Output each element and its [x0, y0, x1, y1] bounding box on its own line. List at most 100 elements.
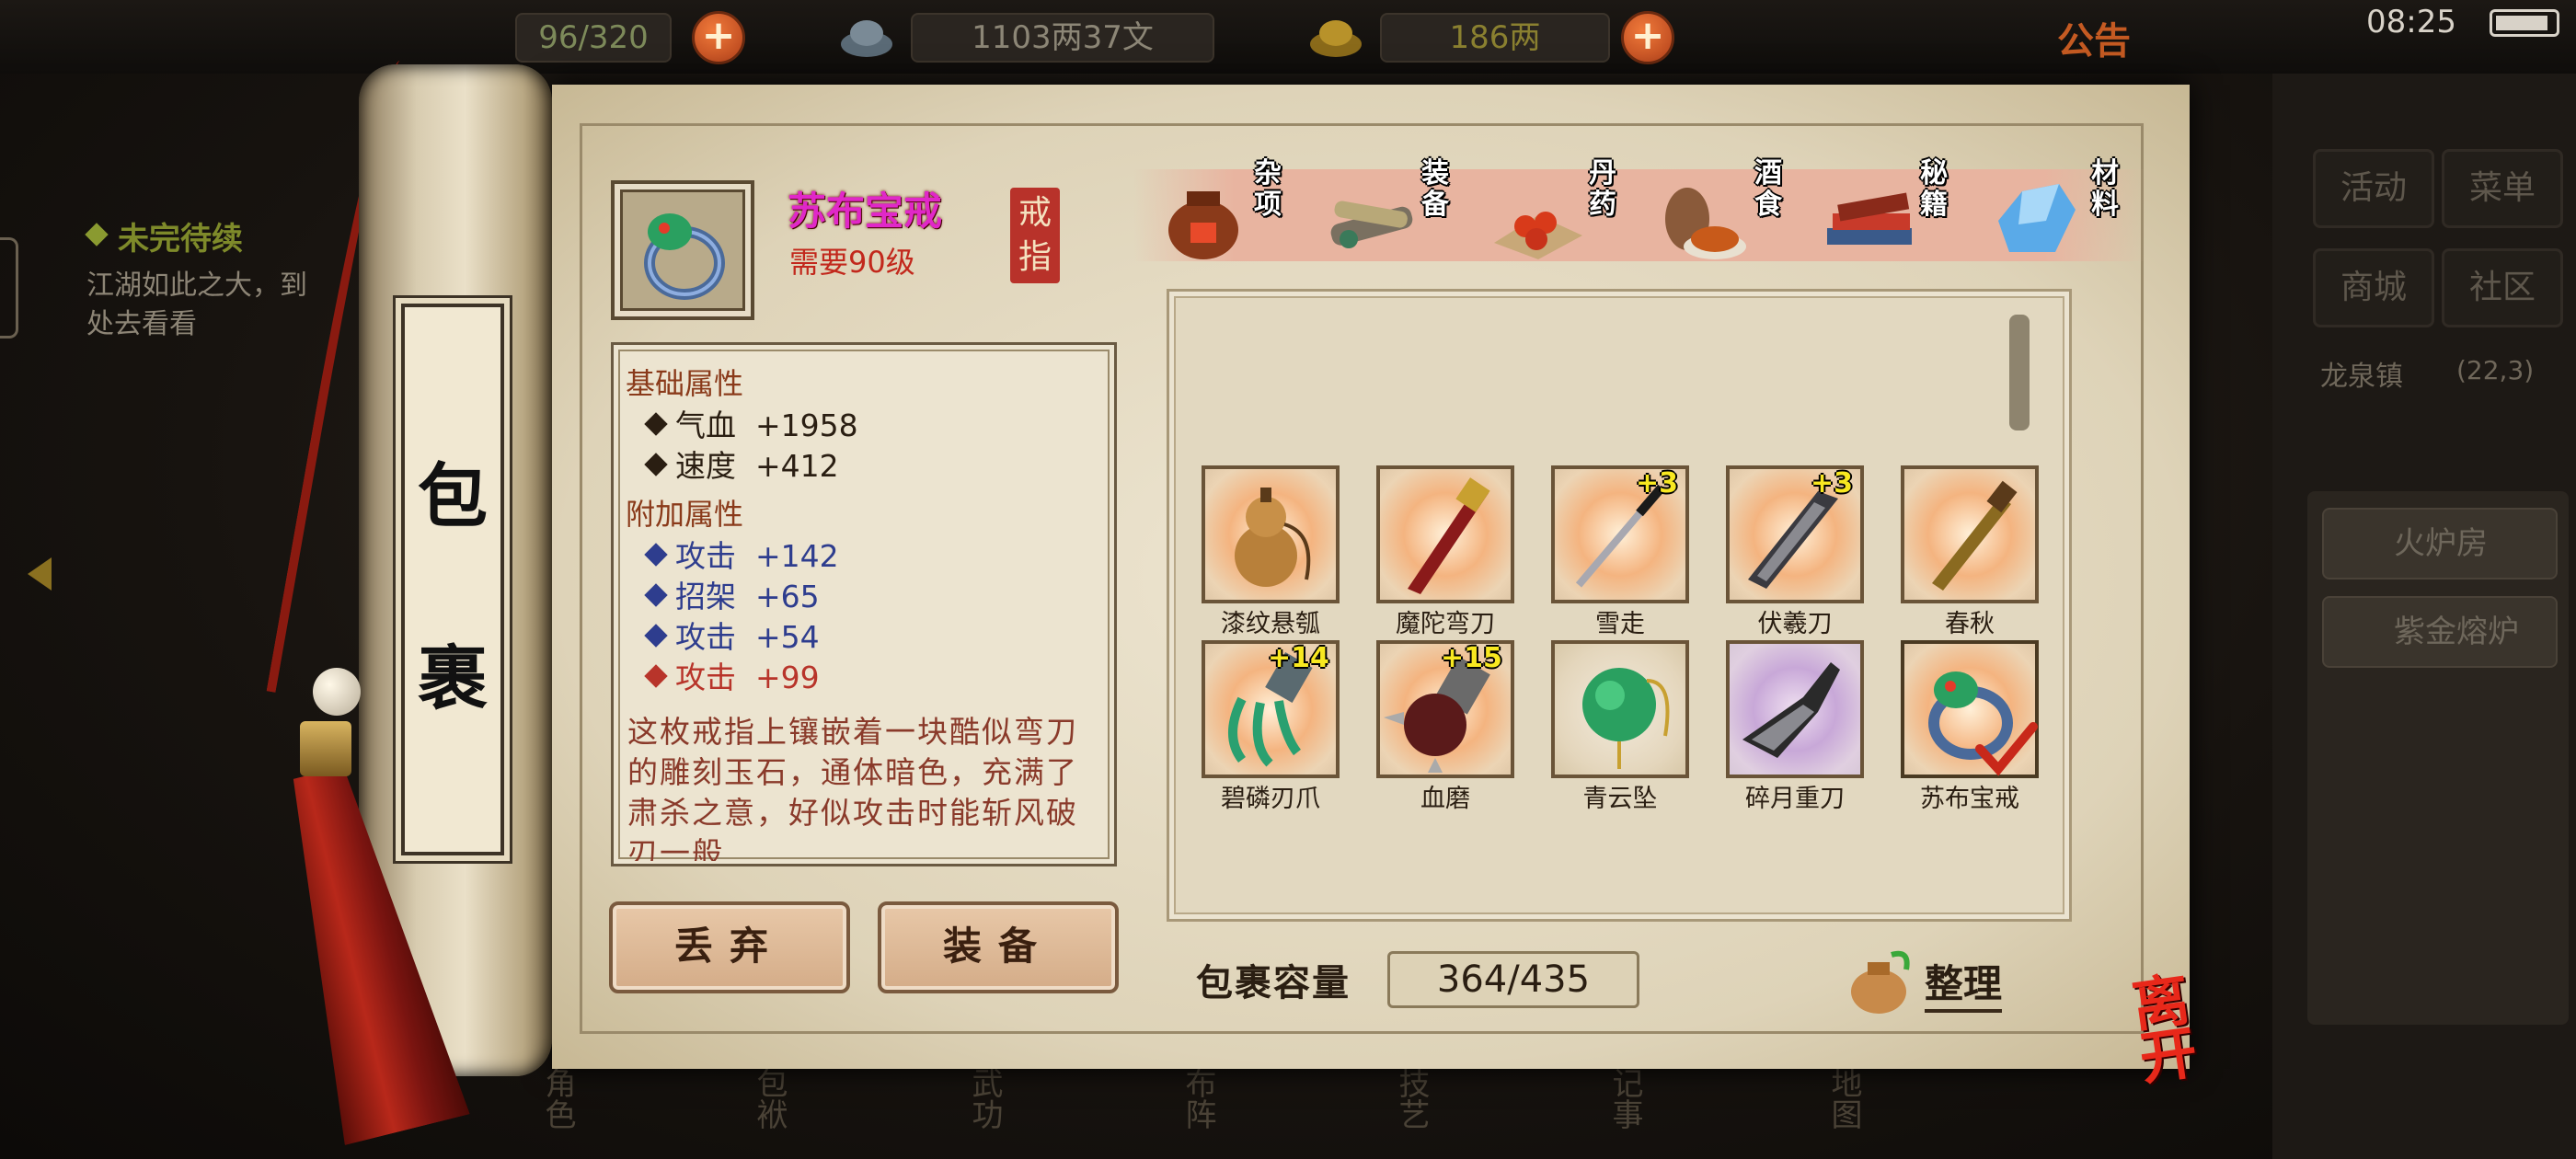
inventory-slot[interactable] [1551, 640, 1689, 778]
discard-button[interactable]: 丢弃 [609, 901, 850, 993]
tab-manuals[interactable]: 秘籍 [1820, 158, 1976, 272]
food-icon [1665, 188, 1746, 259]
inventory-item-name: 雪走 [1595, 610, 1645, 638]
quest-description: 江湖如此之大，到处去看看 [86, 270, 307, 340]
extra-attributes-header: 附加属性 [626, 497, 744, 532]
tidy-button[interactable]: 整理 [1925, 953, 2003, 1013]
tab-misc[interactable]: 杂项 [1154, 158, 1310, 272]
gold-ingot-icon [1310, 20, 1362, 57]
attr-value: +65 [754, 579, 820, 614]
nav-character[interactable]: 角色 [535, 1067, 581, 1130]
extra-attribute-row: 攻击 +142 [644, 532, 839, 576]
nav-journal[interactable]: 记事 [1603, 1067, 1648, 1130]
wine-jar-icon [1168, 191, 1238, 259]
diamond-bullet-icon [644, 664, 668, 688]
location-coords: (22,3) [2456, 355, 2535, 385]
left-edge-tab[interactable] [0, 237, 18, 339]
diamond-bullet-icon [644, 624, 668, 648]
furnace-room-button[interactable]: 火炉房 [2322, 508, 2558, 580]
scroll-bundle-icon [1330, 201, 1413, 248]
sword-icon [1932, 480, 2018, 591]
tab-misc-label: 杂项 [1254, 157, 1282, 221]
inventory-item-name: 碎月重刀 [1745, 785, 1845, 813]
gold-currency: 186两 [1380, 13, 1610, 63]
menu-button[interactable]: 菜单 [2442, 149, 2563, 228]
scroll-title-char-2: 裹 [418, 637, 488, 719]
diamond-bullet-icon [644, 543, 668, 567]
tab-equipment[interactable]: 装备 [1321, 158, 1478, 272]
inventory-item-name: 魔陀弯刀 [1396, 610, 1495, 638]
tab-materials-label: 材料 [2091, 157, 2119, 221]
selected-item-frame [611, 180, 754, 320]
attr-name: 招架 [675, 579, 736, 614]
inventory-slot[interactable] [1376, 465, 1514, 603]
attr-name: 攻击 [675, 538, 736, 574]
quest-title[interactable]: 未完待续 [86, 213, 243, 258]
tassel-bead [313, 668, 361, 716]
enhance-level-badge: +15 [1441, 642, 1502, 674]
shop-button[interactable]: 商城 [2313, 248, 2434, 327]
selected-item-level-requirement: 需要90级 [789, 245, 915, 280]
tassel-cap [300, 721, 351, 776]
inventory-slot[interactable] [1726, 640, 1864, 778]
inventory-item-name: 伏羲刀 [1757, 610, 1833, 638]
extra-attribute-row: 攻击 +54 [644, 613, 820, 657]
attr-value: +142 [754, 538, 839, 574]
activity-button[interactable]: 活动 [2313, 149, 2434, 228]
add-capacity-button[interactable]: + [692, 11, 745, 64]
tab-equipment-label: 装备 [1421, 157, 1449, 221]
tab-pills-label: 丹药 [1589, 157, 1616, 221]
leave-button[interactable]: 离开 [2128, 966, 2245, 1093]
tab-manuals-label: 秘籍 [1920, 157, 1948, 221]
purple-gold-furnace-button[interactable]: 紫金熔炉 [2322, 596, 2558, 668]
scroll-title-char-1: 包 [418, 455, 488, 537]
notice-button[interactable]: 公告 [2057, 11, 2131, 64]
inventory-slot-selected[interactable] [1901, 640, 2039, 778]
nav-bag[interactable]: 包袱 [747, 1067, 792, 1130]
item-type-char-1: 戒 [1018, 194, 1052, 232]
jade-pendant-icon [1582, 668, 1670, 769]
location-name: 龙泉镇 [2320, 361, 2403, 393]
pills-icon [1494, 212, 1582, 259]
base-attributes-header: 基础属性 [626, 366, 744, 401]
bag-capacity-stat: 96/320 [515, 13, 672, 63]
tab-food[interactable]: 酒食 [1654, 158, 1811, 272]
base-attribute-row: 速度 +412 [644, 442, 839, 486]
extra-attribute-row: 攻击 +99 [644, 653, 820, 697]
inventory-item-name: 血磨 [1420, 785, 1470, 813]
bag-capacity-label: 包裹容量 [1196, 962, 1351, 1004]
gourd-icon [1235, 488, 1311, 587]
ring-icon [644, 213, 725, 300]
crystal-icon [1998, 184, 2076, 252]
nav-martial-arts[interactable]: 武功 [962, 1067, 1007, 1130]
attr-name: 攻击 [675, 619, 736, 655]
checkmark-icon [1975, 722, 2038, 776]
saber-icon [1408, 477, 1490, 594]
scroll-title-plaque [401, 304, 504, 855]
inventory-item-name: 碧磷刃爪 [1221, 785, 1320, 813]
add-gold-button[interactable]: + [1621, 11, 1674, 64]
selected-item-type-stamp: 戒指 [1010, 188, 1060, 283]
money-bag-icon [1851, 950, 1910, 1014]
nav-formation[interactable]: 布阵 [1176, 1067, 1221, 1130]
attr-value: +1958 [754, 407, 858, 443]
tab-food-label: 酒食 [1754, 157, 1782, 221]
inventory-slot[interactable] [1202, 465, 1340, 603]
tab-materials[interactable]: 材料 [1991, 158, 2147, 272]
community-button[interactable]: 社区 [2442, 248, 2563, 327]
enhance-level-badge: +3 [1811, 467, 1854, 499]
attr-value: +54 [754, 619, 820, 655]
battery-icon [2490, 9, 2559, 37]
silver-coin-icon [841, 20, 892, 57]
extra-attribute-row: 招架 +65 [644, 572, 820, 616]
equip-button[interactable]: 装备 [878, 901, 1119, 993]
inventory-slot[interactable] [1901, 465, 2039, 603]
tab-pills[interactable]: 丹药 [1489, 158, 1645, 272]
clock: 08:25 [2366, 4, 2456, 40]
collapse-arrow-icon[interactable] [28, 557, 52, 591]
inventory-scrollbar[interactable] [2009, 315, 2030, 430]
attr-value: +99 [754, 660, 820, 695]
nav-skills[interactable]: 技艺 [1389, 1067, 1434, 1130]
nav-map[interactable]: 地图 [1822, 1067, 1867, 1130]
item-description: 这枚戒指上镶嵌着一块酷似弯刀的雕刻玉石，通体暗色，充满了肃杀之意，好似攻击时能斩… [627, 714, 1078, 861]
